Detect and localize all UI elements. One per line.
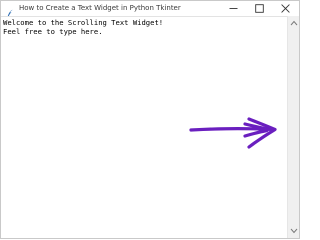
text-line-2[interactable]: Feel free to type here.: [3, 27, 287, 36]
text-line-1[interactable]: Welcome to the Scrolling Text Widget!: [3, 18, 287, 27]
title-bar[interactable]: How to Create a Text Widget in Python Tk…: [1, 1, 299, 19]
feather-icon: [6, 4, 14, 19]
arrow-down-icon[interactable]: [290, 228, 298, 234]
minimize-icon: [229, 8, 238, 9]
maximize-icon: [255, 4, 264, 13]
maximize-button[interactable]: [247, 1, 273, 16]
close-button[interactable]: [273, 1, 299, 16]
app-window: How to Create a Text Widget in Python Tk…: [0, 0, 300, 239]
arrow-up-icon[interactable]: [290, 20, 298, 26]
vertical-scrollbar[interactable]: [287, 16, 299, 238]
window-title: How to Create a Text Widget in Python Tk…: [19, 4, 181, 12]
hand-drawn-arrow-icon: [189, 117, 277, 149]
close-icon: [281, 4, 290, 13]
minimize-button[interactable]: [221, 1, 247, 16]
